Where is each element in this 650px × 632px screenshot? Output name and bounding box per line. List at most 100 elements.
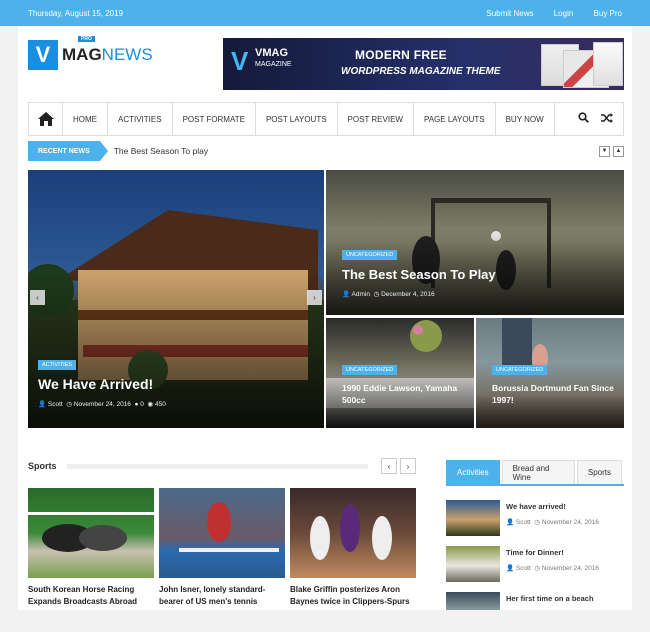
sidebar-post-title[interactable]: Time for Dinner! — [506, 548, 564, 557]
nav-item-post-review[interactable]: POST REVIEW — [338, 103, 414, 135]
view-count: 450 — [155, 401, 166, 408]
nav-item-home[interactable]: HOME — [63, 103, 108, 135]
section-divider — [66, 463, 368, 469]
sidebar-post-meta: 👤 Scott ◷ November 24, 2016 — [506, 564, 599, 572]
category-badge[interactable]: UNCATEGORIZED — [342, 250, 398, 260]
chevron-left-icon[interactable]: ‹ — [381, 458, 397, 474]
post-title[interactable]: The Best Season To Play — [342, 267, 496, 282]
sports-section: Sports ‹ › South Korean Horse Racing Exp… — [28, 456, 416, 606]
sidebar-tabs: Activities Bread and Wine Sports — [446, 460, 624, 486]
main-navigation: HOME ACTIVITIES POST FORMATE POST LAYOUT… — [28, 102, 624, 136]
post-title[interactable]: 1990 Eddie Lawson, Yamaha 500cc — [342, 382, 467, 406]
card-title[interactable]: Blake Griffin posterizes Aron Baynes twi… — [290, 584, 416, 608]
section-title: Sports — [28, 461, 57, 471]
page-container: V PRO MAGNEWS V VMAG MAGAZINE MODERN FRE… — [18, 26, 632, 610]
nav-item-activities[interactable]: ACTIVITIES — [108, 103, 173, 135]
comment-icon: ● — [134, 401, 139, 408]
section-header: Sports ‹ › — [28, 456, 416, 476]
featured-bottom-left-post[interactable]: UNCATEGORIZED 1990 Eddie Lawson, Yamaha … — [326, 318, 474, 428]
user-icon: 👤 — [342, 291, 351, 298]
post-title[interactable]: Borussia Dortmund Fan Since 1997! — [492, 382, 617, 406]
post-author[interactable]: Scott — [48, 401, 63, 408]
post-thumbnail — [446, 500, 500, 536]
category-badge[interactable]: ACTIVITIES — [38, 360, 76, 370]
top-links: Submit News Login Buy Pro — [468, 9, 622, 18]
nav-item-page-layouts[interactable]: PAGE LAYOUTS — [414, 103, 496, 135]
featured-main-post[interactable]: ACTIVITIES We Have Arrived! 👤 Scott ◷ No… — [28, 170, 324, 428]
logo-news: NEWS — [101, 45, 153, 64]
post-author[interactable]: Scott — [516, 519, 531, 526]
header-ad-banner[interactable]: V VMAG MAGAZINE MODERN FREE WORDPRESS MA… — [223, 38, 624, 90]
post-meta: 👤 Admin ◷ December 4, 2016 — [342, 290, 435, 298]
home-icon[interactable] — [29, 103, 63, 135]
user-icon: 👤 — [38, 401, 47, 408]
sidebar-post[interactable]: Her first time on a beach — [446, 592, 624, 632]
post-thumbnail — [446, 546, 500, 582]
slider-prev-button[interactable]: ‹ — [30, 290, 45, 305]
tab-bread-and-wine[interactable]: Bread and Wine — [501, 460, 575, 484]
sidebar-post[interactable]: We have arrived! 👤 Scott ◷ November 24, … — [446, 500, 624, 540]
shuffle-icon[interactable] — [601, 110, 613, 128]
nav-item-post-layouts[interactable]: POST LAYOUTS — [256, 103, 338, 135]
post-date: November 24, 2016 — [541, 565, 599, 572]
sidebar-post[interactable]: Time for Dinner! 👤 Scott ◷ November 24, … — [446, 546, 624, 586]
slider-next-button[interactable]: › — [307, 290, 322, 305]
login-link[interactable]: Login — [554, 9, 574, 18]
banner-headline: MODERN FREE — [355, 48, 447, 62]
sidebar-post-meta: 👤 Scott ◷ November 24, 2016 — [506, 518, 599, 526]
logo-mag: MAG — [62, 45, 102, 64]
clock-icon: ◷ — [66, 401, 73, 408]
clock-icon: ◷ — [534, 565, 541, 572]
clock-icon: ◷ — [373, 291, 380, 298]
sidebar-post-title[interactable]: Her first time on a beach — [506, 594, 594, 603]
banner-logo-icon: V — [231, 46, 249, 76]
featured-top-right-post[interactable]: UNCATEGORIZED The Best Season To Play 👤 … — [326, 170, 624, 315]
sports-card[interactable]: South Korean Horse Racing Expands Broadc… — [28, 488, 154, 608]
clock-icon: ◷ — [534, 519, 541, 526]
banner-brand-sub: MAGAZINE — [255, 61, 292, 68]
tennis-image — [159, 488, 285, 578]
logo-wordmark: PRO MAGNEWS — [62, 36, 153, 65]
post-author[interactable]: Admin — [352, 291, 370, 298]
post-date: November 24, 2016 — [541, 519, 599, 526]
featured-bottom-right-post[interactable]: UNCATEGORIZED Borussia Dortmund Fan Sinc… — [476, 318, 624, 428]
chevron-down-icon[interactable]: ▼ — [599, 145, 610, 157]
category-badge[interactable]: UNCATEGORIZED — [492, 365, 548, 375]
nav-item-buy-now[interactable]: BUY NOW — [496, 103, 555, 135]
category-badge[interactable]: UNCATEGORIZED — [342, 365, 398, 375]
user-icon: 👤 — [506, 519, 515, 526]
buy-pro-link[interactable]: Buy Pro — [594, 9, 622, 18]
submit-news-link[interactable]: Submit News — [486, 9, 533, 18]
post-date: November 24, 2016 — [73, 401, 131, 408]
site-logo[interactable]: V PRO MAGNEWS — [28, 36, 153, 70]
sports-card[interactable]: Blake Griffin posterizes Aron Baynes twi… — [290, 488, 416, 608]
user-icon: 👤 — [506, 565, 515, 572]
sidebar-post-title[interactable]: We have arrived! — [506, 502, 566, 511]
tab-sports[interactable]: Sports — [576, 460, 622, 484]
site-header: V PRO MAGNEWS V VMAG MAGAZINE MODERN FRE… — [28, 36, 624, 94]
pro-badge: PRO — [78, 36, 95, 42]
chevron-up-icon[interactable]: ▲ — [613, 145, 624, 157]
post-thumbnail — [446, 592, 500, 610]
eye-icon: ◉ — [147, 401, 154, 408]
comment-count[interactable]: 0 — [140, 401, 144, 408]
sidebar-tabbed-widget: Activities Bread and Wine Sports We have… — [446, 460, 624, 610]
post-date: December 4, 2016 — [381, 291, 435, 298]
logo-mark: V — [28, 40, 58, 70]
post-author[interactable]: Scott — [516, 565, 531, 572]
card-title[interactable]: South Korean Horse Racing Expands Broadc… — [28, 584, 154, 608]
post-meta: 👤 Scott ◷ November 24, 2016 ● 0 ◉ 450 — [38, 400, 166, 408]
banner-subheadline: WORDPRESS MAGAZINE THEME — [341, 66, 501, 77]
banner-brand-name: VMAG — [255, 47, 288, 59]
ticker-controls: ▼ ▲ — [599, 145, 624, 157]
post-title[interactable]: We Have Arrived! — [38, 376, 153, 392]
sports-card[interactable]: John Isner, lonely standard-bearer of US… — [159, 488, 285, 608]
nav-item-post-formate[interactable]: POST FORMATE — [173, 103, 256, 135]
search-icon[interactable] — [578, 110, 589, 128]
banner-screenshot — [593, 42, 623, 86]
top-bar: Thursday, August 15, 2019 Submit News Lo… — [0, 0, 650, 26]
card-title[interactable]: John Isner, lonely standard-bearer of US… — [159, 584, 285, 608]
ticker-headline[interactable]: The Best Season To play — [114, 146, 208, 156]
chevron-right-icon[interactable]: › — [400, 458, 416, 474]
tab-activities[interactable]: Activities — [446, 460, 500, 484]
